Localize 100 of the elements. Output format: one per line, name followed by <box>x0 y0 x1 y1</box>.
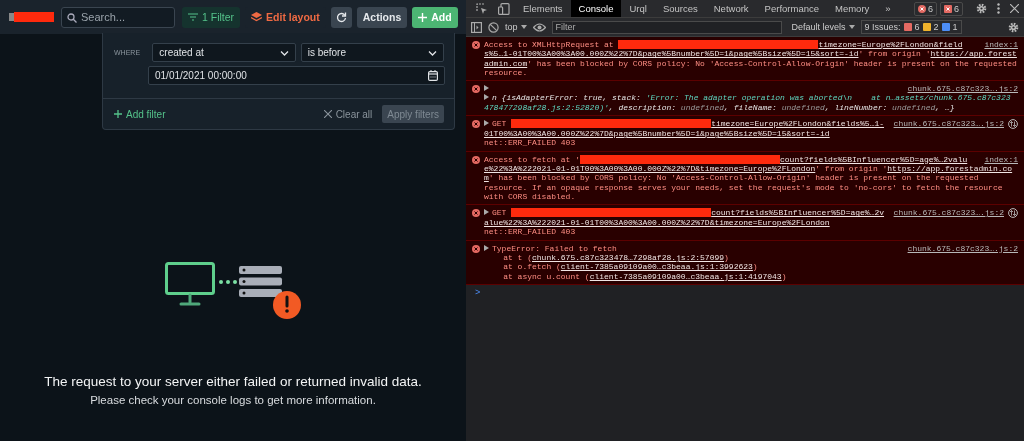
error-icon <box>472 41 480 49</box>
console-prompt[interactable]: > <box>466 284 1024 301</box>
network-request-icon[interactable] <box>1008 119 1018 130</box>
devtools-tab[interactable]: Elements <box>515 0 571 17</box>
devtools-tab[interactable]: Performance <box>756 0 827 17</box>
source-link[interactable]: index:1 <box>978 40 1018 50</box>
plus-icon <box>114 110 122 118</box>
devtools-tab[interactable]: Urql <box>621 0 655 17</box>
console-text: ' from origin ' <box>815 163 888 174</box>
console-text: with CORS disabled. <box>484 191 576 202</box>
error-count-badge[interactable]: 6 <box>913 1 937 16</box>
expand-arrow-icon[interactable] <box>484 209 489 216</box>
object-text: , fileName: <box>724 102 778 113</box>
issue-icon <box>944 4 952 13</box>
device-icon[interactable] <box>498 2 510 15</box>
inspect-icon[interactable] <box>476 2 488 15</box>
console-link[interactable]: timezone=Europe%2FLondon&field <box>818 40 963 50</box>
error-icon <box>472 155 480 164</box>
issues-counter[interactable]: 9 Issues: 6 2 1 <box>860 20 962 34</box>
object-text: , …} <box>935 102 955 113</box>
console-link[interactable]: client-7385a09109a00…c3beaa.js:1:3992623 <box>560 262 753 272</box>
console-link[interactable]: client-7385a09109a00…c3beaa.js:1:4197043 <box>589 271 782 281</box>
actions-button[interactable]: Actions <box>356 6 408 28</box>
source-link[interactable]: chunk.675.c87c323….js:2 <box>887 119 1004 130</box>
plus-icon <box>418 12 428 22</box>
dropdown-arrow-icon <box>520 25 527 29</box>
clear-console-icon[interactable] <box>488 21 499 33</box>
layers-icon <box>251 12 263 22</box>
console-text: at o.fetch ( <box>502 262 561 272</box>
source-link[interactable]: index:1 <box>978 154 1018 164</box>
console-link[interactable]: alue%22%3A%222021-01-01T00%3A00%3A00.000Z%22%7D&timezone=Europe%2FLondon <box>484 218 830 228</box>
console-text: net::ERR_FAILED 403 <box>484 138 576 148</box>
sidebar-icon[interactable] <box>471 21 482 33</box>
source-link[interactable]: chunk.675.c87c323….js:2 <box>901 243 1018 254</box>
chevron-down-icon <box>428 49 437 56</box>
error-icon <box>917 4 926 13</box>
calendar-icon <box>428 70 438 81</box>
filter-button[interactable]: 1 Filter <box>182 6 241 28</box>
string-value: 478477298af28.js:2:52820)' <box>484 102 609 113</box>
refresh-button[interactable] <box>330 6 352 28</box>
console-text: net::ERR_FAILED 403 <box>484 227 576 237</box>
console-link[interactable]: count?fields%5BInfluencer%5D=age%…2valu <box>780 154 968 164</box>
more-tabs-button[interactable]: » <box>877 0 899 17</box>
devtools-tab[interactable]: Network <box>705 0 757 17</box>
error-title: The request to your server either failed or returned invalid data. <box>44 374 422 389</box>
error-icon <box>472 85 480 94</box>
object-text: n {isAdapterError: true, stack: <box>492 93 642 103</box>
refresh-icon <box>335 11 347 23</box>
undefined-value: undefined <box>781 102 825 113</box>
chevron-down-icon <box>279 49 289 56</box>
network-request-icon[interactable] <box>1008 208 1018 219</box>
devtools-tab[interactable]: Memory <box>827 0 878 17</box>
console-link[interactable]: timezone=Europe%2FLondon&fields%5…1- <box>711 119 885 130</box>
search-field[interactable]: Search... <box>61 6 175 28</box>
clear-all-button[interactable]: Clear all <box>323 108 373 120</box>
warning-issue-icon <box>922 23 931 31</box>
operator-select[interactable]: is before <box>300 43 444 62</box>
add-filter-button[interactable]: Add filter <box>114 108 166 120</box>
console-link[interactable]: m <box>484 173 489 183</box>
object-text: , lineNumber: <box>824 102 889 113</box>
eye-icon[interactable] <box>532 22 546 32</box>
console-text: Access to fetch at ' <box>484 154 580 164</box>
object-text: , description: <box>608 102 678 113</box>
console-filter-field[interactable]: Filter <box>551 20 782 34</box>
console-text: at t ( <box>502 253 532 263</box>
issue-count-badge[interactable]: 6 <box>940 1 963 16</box>
error-issue-icon <box>903 23 912 31</box>
console-link[interactable]: https://app.forestadmin.co <box>887 163 1013 174</box>
console-link[interactable]: 01T00%3A00%3A00.000Z%22%7D&page%5Bnumber%5D=1&page%5Bsize%5D=15&sort=-id <box>484 129 830 139</box>
log-levels-select[interactable]: Default levels <box>791 22 855 32</box>
close-icon <box>323 110 332 118</box>
source-link[interactable]: chunk.675.c87c323….js:2 <box>901 84 1018 94</box>
settings-icon[interactable] <box>976 3 987 14</box>
close-icon[interactable] <box>1010 4 1019 13</box>
console-text: at async u.count ( <box>502 271 590 281</box>
devtools-tab[interactable]: Console <box>570 0 622 17</box>
string-value: 'Error: The adapter operation was aborted\n at n…assets/chunk.675.c87c323 <box>645 93 1011 103</box>
console-link[interactable]: count?fields%5BInfluencer%5D=age%…2v <box>711 208 885 219</box>
date-field[interactable]: 01/01/2021 00:00:00 <box>148 66 445 85</box>
console-text: ) <box>752 262 758 272</box>
console-text: ' from origin ' <box>858 49 931 59</box>
expand-arrow-icon[interactable] <box>484 244 489 251</box>
expand-arrow-icon[interactable] <box>484 120 489 127</box>
devtools-tab[interactable]: Sources <box>654 0 706 17</box>
console-text: resource. <box>484 67 528 78</box>
console-text: resource. If an opaque response serves your needs, set the request's mode to 'no-cors' to fetch the resource <box>484 182 1003 192</box>
error-icon <box>472 209 480 218</box>
console-link[interactable]: s%5…1-01T00%3A00%3A00.000Z%22%7D&page%5Bnumber%5D=1&page%5Bsize%5D=15&sort=-id <box>484 49 859 59</box>
field-select[interactable]: created at <box>152 43 296 62</box>
console-text: ) <box>724 253 729 263</box>
context-select[interactable]: top <box>505 22 527 32</box>
more-options-icon[interactable] <box>997 3 1000 14</box>
console-link[interactable]: https://app.forest <box>930 49 1017 59</box>
filter-icon <box>188 13 198 21</box>
console-link[interactable]: chunk.675.c87c323478…7298af28.js:2:57099 <box>532 253 725 263</box>
info-issue-icon <box>941 23 950 31</box>
console-text: ' has been blocked by CORS policy: No 'Access-Control-Allow-Origin' header is present on the requested <box>527 58 1017 68</box>
settings-icon[interactable] <box>1008 21 1019 33</box>
console-text: ' has been blocked by CORS policy: No 'Access-Control-Allow-Origin' header is present on the requested <box>488 173 979 183</box>
source-link[interactable]: chunk.675.c87c323….js:2 <box>887 208 1004 219</box>
